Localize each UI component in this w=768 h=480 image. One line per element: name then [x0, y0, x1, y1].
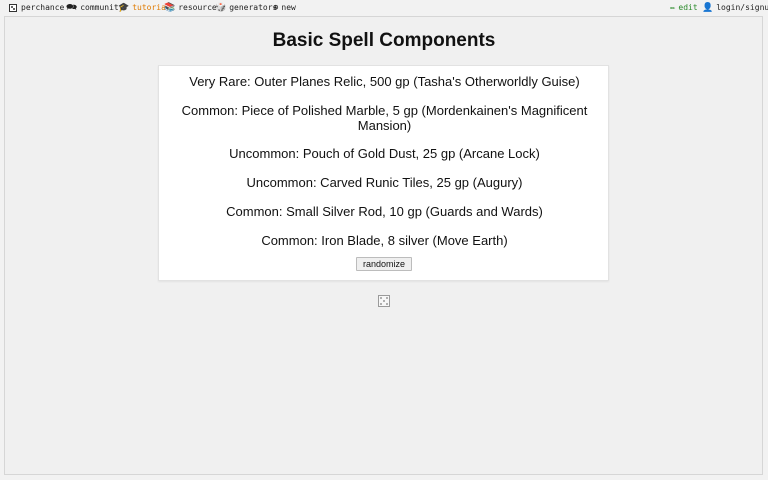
component-item: Common: Iron Blade, 8 silver (Move Earth… [261, 233, 508, 248]
nav-resources[interactable]: 📚 resources [164, 3, 222, 12]
nav-login[interactable]: 👤 login/signup [702, 3, 768, 12]
books-icon: 📚 [164, 2, 176, 13]
component-item: Common: Piece of Polished Marble, 5 gp (… [181, 103, 588, 133]
chat-icon: 🗪 [66, 2, 78, 13]
nav-perchance-label: perchance [21, 3, 65, 12]
randomize-button[interactable]: randomize [356, 257, 412, 271]
component-item: Very Rare: Outer Planes Relic, 500 gp (T… [189, 74, 580, 89]
user-icon: 👤 [702, 2, 714, 13]
nav-edit-label: edit [678, 3, 698, 12]
dice-logo-icon [9, 3, 17, 12]
component-item: Uncommon: Carved Runic Tiles, 25 gp (Aug… [246, 175, 523, 190]
dice-icon[interactable] [378, 295, 390, 307]
plus-circle-icon: ⊕ [273, 2, 279, 13]
graduation-cap-icon: 🎓 [118, 2, 130, 13]
pencil-icon: ✏ [670, 2, 676, 13]
nav-perchance[interactable]: perchance [9, 3, 64, 12]
nav-tutorial[interactable]: 🎓 tutorial [118, 3, 171, 12]
nav-community[interactable]: 🗪 community [66, 3, 124, 12]
output-card: Very Rare: Outer Planes Relic, 500 gp (T… [158, 65, 609, 281]
nav-edit[interactable]: ✏ edit [670, 3, 698, 12]
nav-login-label: login/signup [716, 3, 768, 12]
dice-icon: 🎲 [215, 2, 227, 13]
component-item: Common: Small Silver Rod, 10 gp (Guards … [226, 204, 543, 219]
nav-new[interactable]: ⊕ new [273, 3, 296, 12]
nav-generators-label: generators [229, 3, 278, 12]
nav-new-label: new [281, 3, 296, 12]
component-item: Uncommon: Pouch of Gold Dust, 25 gp (Arc… [229, 146, 540, 161]
nav-generators[interactable]: 🎲 generators [215, 3, 277, 12]
page-title: Basic Spell Components [272, 30, 496, 51]
top-nav-bar: perchance 🗪 community 🎓 tutorial 📚 resou… [0, 0, 768, 16]
